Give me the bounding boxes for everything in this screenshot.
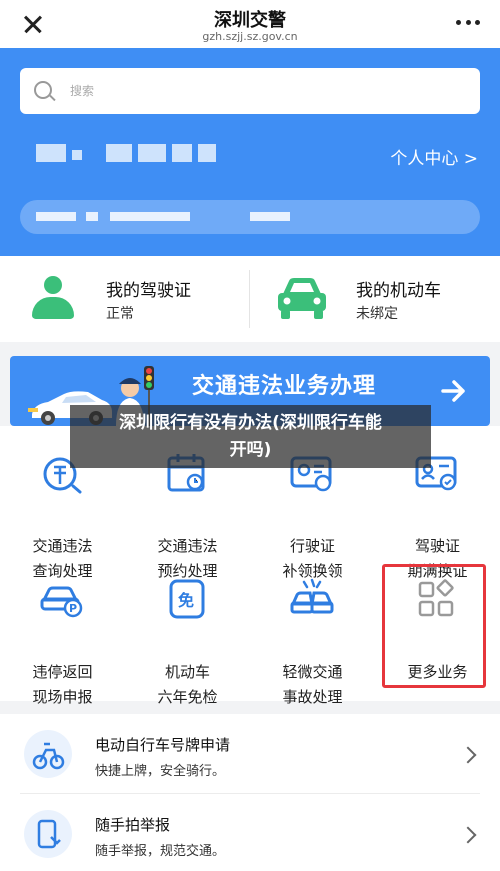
- banner-title: 交通违法业务办理: [192, 374, 377, 399]
- card-status: 未绑定: [356, 306, 398, 322]
- navbar: 深圳交警 gzh.szjj.sz.gov.cn: [0, 0, 500, 48]
- chevron-right-icon: [459, 746, 477, 764]
- service-driver-license[interactable]: 驾驶证 期满换证: [375, 452, 500, 580]
- list-item-title: 随手拍举报: [95, 816, 171, 834]
- list-item-title: 电动自行车号牌申请: [95, 736, 231, 754]
- search-input[interactable]: 搜索: [20, 68, 480, 114]
- svg-text:P: P: [69, 602, 77, 615]
- service-vehicle-license[interactable]: 行驶证 补领换领: [250, 452, 375, 580]
- card-title: 我的机动车: [356, 281, 441, 301]
- service-label: 现场申报: [32, 688, 93, 706]
- page-url: gzh.szjj.sz.gov.cn: [202, 30, 298, 43]
- search-icon: [34, 81, 52, 99]
- card-title: 我的驾驶证: [106, 281, 191, 301]
- service-label: 机动车: [164, 663, 210, 681]
- blurred-user-name: [36, 144, 216, 162]
- profile-center-link[interactable]: 个人中心 >: [390, 144, 478, 169]
- arrow-right-icon: [441, 380, 465, 402]
- page-title: 深圳交警: [214, 10, 286, 31]
- blurred-info-bar: [20, 200, 480, 234]
- service-parking-report[interactable]: P 违停返回 现场申报: [0, 578, 125, 706]
- license-cards: 我的驾驶证 正常 我的机动车 未绑定: [0, 256, 500, 342]
- list-item-ebike-plate[interactable]: 电动自行车号牌申请 快捷上牌，安全骑行。: [0, 714, 500, 794]
- service-violation-query[interactable]: 交通违法 查询处理: [0, 452, 125, 580]
- ebike-icon: [24, 730, 72, 778]
- service-minor-accident[interactable]: 轻微交通 事故处理: [250, 578, 375, 706]
- service-label: 交通违法: [32, 537, 93, 555]
- service-label: 驾驶证: [414, 537, 460, 555]
- search-placeholder: 搜索: [70, 84, 95, 98]
- caption-line: 深圳限行有没有办法(深圳限行车能: [119, 413, 382, 433]
- card-status: 正常: [106, 306, 134, 322]
- caption-line: 开吗): [229, 440, 272, 460]
- service-label: 行驶证: [289, 537, 335, 555]
- highlight-outline: [382, 564, 486, 688]
- service-label: 交通违法: [157, 537, 218, 555]
- more-options-icon[interactable]: [456, 20, 480, 26]
- service-six-year-exempt[interactable]: 免 机动车 六年免检: [125, 578, 250, 706]
- svg-text:免: 免: [178, 591, 194, 610]
- service-label: 六年免检: [157, 688, 218, 706]
- chevron-right-icon: [459, 826, 477, 844]
- driver-license-card[interactable]: 我的驾驶证 正常: [0, 256, 250, 342]
- list-item-subtitle: 随手举报，规范交通。: [95, 844, 226, 859]
- vehicle-card[interactable]: 我的机动车 未绑定: [250, 256, 500, 342]
- service-label: 轻微交通: [282, 663, 343, 681]
- accident-icon: [290, 578, 334, 614]
- service-label: 事故处理: [282, 688, 343, 706]
- service-list: 电动自行车号牌申请 快捷上牌，安全骑行。 随手拍举报 随手举报，规范交通。: [0, 714, 500, 871]
- user-header: 搜索 个人中心 >: [0, 48, 500, 256]
- list-item-photo-report[interactable]: 随手拍举报 随手举报，规范交通。: [0, 794, 500, 871]
- list-item-subtitle: 快捷上牌，安全骑行。: [95, 764, 226, 779]
- service-label: 违停返回: [32, 663, 93, 681]
- overlay-caption: 深圳限行有没有办法(深圳限行车能 开吗): [70, 405, 431, 468]
- exempt-badge-icon: 免: [169, 579, 205, 619]
- car-icon: [278, 278, 326, 319]
- phone-report-icon: [24, 810, 72, 858]
- person-icon: [30, 276, 76, 322]
- service-violation-appointment[interactable]: 交通违法 预约处理: [125, 452, 250, 580]
- parking-car-icon: P: [40, 586, 83, 618]
